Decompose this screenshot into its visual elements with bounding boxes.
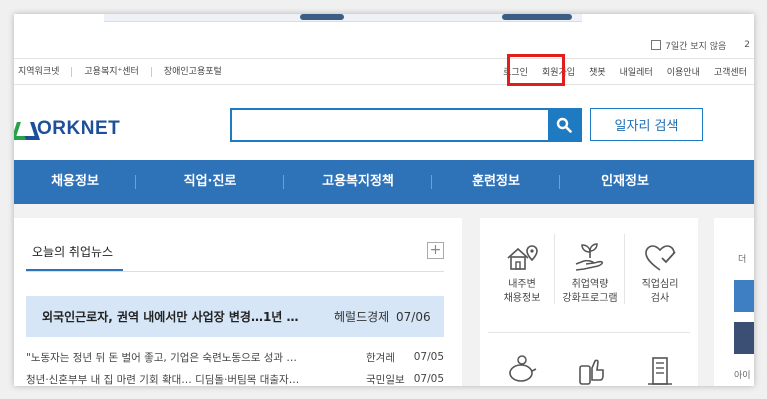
chatbot-link[interactable]: 챗봇 [582, 65, 613, 78]
nav-career[interactable]: 직업·진로 [136, 160, 284, 204]
utility-bar: 지역워크넷 고용복지⁺센터 장애인고용포털 로그인 회원가입 챗봇 내일레터 이… [14, 58, 754, 85]
quick-services-panel: 내주변 채용정보 취업역량 강화프로그램 직업심리 검사 [480, 218, 698, 386]
hide-7days-checkbox[interactable] [651, 40, 662, 50]
news-tab-title[interactable]: 오늘의 취업뉴스 [26, 242, 124, 271]
login-link[interactable]: 로그인 [496, 65, 535, 78]
search-button[interactable] [548, 110, 580, 140]
news-header: 오늘의 취업뉴스 + [26, 242, 444, 272]
search-box[interactable] [230, 108, 582, 142]
nav-welfare-policy[interactable]: 고용복지정책 [284, 160, 432, 204]
side-banner-block[interactable] [734, 322, 754, 354]
sprout-hand-icon [575, 243, 603, 271]
service-item[interactable] [488, 354, 556, 386]
service-label-line2: 강화프로그램 [562, 293, 618, 304]
service-label-line1: 취업역량 [571, 279, 609, 290]
news-item-date: 07/05 [413, 373, 444, 385]
news-item-source: 국민일보 [366, 373, 405, 386]
worknet-logo[interactable]: ORKNET [14, 118, 120, 140]
nav-job-info[interactable]: 채용정보 [14, 160, 136, 204]
newsletter-link[interactable]: 내일레터 [613, 65, 660, 78]
news-item-title: "노동자는 정년 뒤 돈 벌어 좋고, 기업은 숙련노동으로 성과 … [26, 351, 297, 364]
popup-close-row: 7일간 보지 않음 2 [651, 36, 754, 54]
link-disability-employment-portal[interactable]: 장애인고용포털 [152, 67, 234, 77]
logo-mark-icon [14, 120, 36, 138]
service-item[interactable] [556, 354, 624, 386]
service-label-line2: 채용정보 [503, 293, 541, 304]
headline-news-item[interactable]: 외국인근로자, 권역 내에서만 사업장 변경…1년 … 헤럴드경제 07/06 [26, 296, 444, 337]
job-search-button[interactable]: 일자리 검색 [590, 108, 703, 141]
service-item[interactable] [626, 354, 694, 386]
news-list-item[interactable]: "노동자는 정년 뒤 돈 벌어 좋고, 기업은 숙련노동으로 성과 … 한겨레 … [26, 348, 444, 366]
news-item-date: 07/05 [413, 351, 444, 363]
service-employability-program[interactable]: 취업역량 강화프로그램 [556, 242, 624, 306]
nav-talent[interactable]: 인재정보 [560, 160, 690, 204]
headline-date: 07/06 [396, 309, 431, 324]
headline-title: 외국인근로자, 권역 내에서만 사업장 변경…1년 … [42, 310, 299, 324]
divider [624, 234, 625, 304]
browser-viewport: 7일간 보지 않음 2 지역워크넷 고용복지⁺센터 장애인고용포털 로그인 회원… [14, 14, 754, 386]
job-news-panel: 오늘의 취업뉴스 + 외국인근로자, 권역 내에서만 사업장 변경…1년 … 헤… [14, 218, 462, 386]
more-news-plus-icon[interactable]: + [427, 242, 444, 259]
user-menu: 로그인 회원가입 챗봇 내일레터 이용안내 고객센터 [496, 59, 754, 84]
top-banner[interactable] [104, 14, 582, 22]
hide-7days-label[interactable]: 7일간 보지 않음 [665, 39, 726, 52]
signup-link[interactable]: 회원가입 [535, 65, 582, 78]
banner-bar [502, 14, 572, 20]
link-employment-welfare-center[interactable]: 고용복지⁺센터 [72, 66, 152, 77]
side-banner-block[interactable] [734, 280, 754, 312]
news-item-source: 한겨레 [366, 351, 395, 364]
thumbs-up-phone-icon [579, 359, 604, 385]
guide-link[interactable]: 이용안내 [660, 65, 707, 78]
headline-source: 헤럴드경제 [334, 310, 390, 324]
service-aptitude-test[interactable]: 직업심리 검사 [626, 242, 694, 306]
news-list-item[interactable]: 청년·신혼부부 내 집 마련 기회 확대… 디딤돌·버팀목 대출자… 국민일보 … [26, 370, 444, 386]
building-icon [648, 357, 672, 385]
side-label-top: 더 [738, 255, 747, 265]
divider [488, 332, 690, 333]
family-site-links: 지역워크넷 고용복지⁺센터 장애인고용포털 [18, 59, 234, 84]
main-navigation: 채용정보 직업·진로 고용복지정책 훈련정보 인재정보 [14, 160, 754, 204]
piggy-bank-icon [509, 355, 537, 382]
heart-check-icon [645, 245, 676, 271]
popup-counter: 2 [744, 40, 750, 50]
main-content: 오늘의 취업뉴스 + 외국인근로자, 권역 내에서만 사업장 변경…1년 … 헤… [14, 204, 754, 386]
customer-center-link[interactable]: 고객센터 [707, 65, 754, 78]
banner-bar [300, 14, 344, 20]
link-regional-worknet[interactable]: 지역워크넷 [18, 66, 73, 77]
service-label-line1: 내주변 [508, 279, 536, 290]
side-banner-panel: 더 아이 [714, 218, 754, 386]
news-item-title: 청년·신혼부부 내 집 마련 기회 확대… 디딤돌·버팀목 대출자… [26, 373, 300, 386]
service-nearby-jobs[interactable]: 내주변 채용정보 [488, 242, 556, 306]
search-icon [556, 117, 572, 133]
service-label-line1: 직업심리 [641, 279, 679, 290]
logo-text: ORKNET [37, 118, 121, 139]
divider [554, 234, 555, 304]
nav-training[interactable]: 훈련정보 [432, 160, 560, 204]
house-pin-icon [507, 245, 538, 270]
service-label-line2: 검사 [650, 293, 670, 304]
side-label-bottom: 아이 [734, 371, 751, 381]
